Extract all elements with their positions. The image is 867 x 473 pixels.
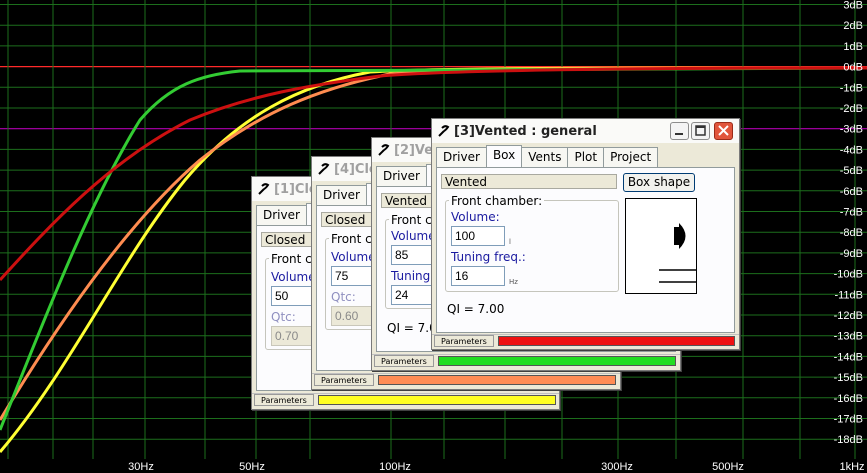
tab-vents[interactable]: Vents — [521, 147, 569, 167]
y-tick-label: 1dB — [843, 41, 863, 53]
volume-unit: l — [509, 238, 511, 246]
y-tick-label: -18dB — [834, 434, 863, 446]
tuning-freq-unit: Hz — [509, 278, 518, 286]
x-tick-label: 1kHz — [839, 461, 864, 473]
tuning-freq-label: Tuning freq.: — [451, 250, 526, 264]
window-title: [2]Ve — [394, 143, 434, 158]
x-tick-label: 30Hz — [128, 461, 154, 473]
parameters-bar: Parameters — [372, 354, 680, 368]
app-icon — [378, 144, 390, 156]
app-icon — [258, 183, 270, 195]
ql-value: QI = 7.00 — [447, 302, 505, 316]
window-title: [3]Vented : general — [454, 124, 597, 139]
y-tick-label: -12dB — [834, 310, 863, 322]
tab-plot[interactable]: Plot — [567, 147, 605, 167]
x-tick-label: 100Hz — [379, 461, 411, 473]
tab-driver[interactable]: Driver — [256, 205, 307, 225]
close-button[interactable] — [714, 122, 733, 140]
app-icon — [318, 163, 330, 175]
x-axis-labels: 30Hz 50Hz 100Hz 300Hz 500Hz 1kHz — [128, 461, 864, 473]
parameters-button[interactable]: Parameters — [434, 335, 494, 347]
maximize-button[interactable] — [691, 122, 710, 140]
y-tick-label: -14dB — [834, 351, 863, 363]
y-tick-label: 0dB — [843, 62, 863, 74]
y-tick-label: -3dB — [840, 124, 863, 136]
tuning-freq-input[interactable] — [451, 266, 505, 286]
parameters-color-bar — [378, 375, 616, 385]
y-tick-label: -11dB — [834, 289, 863, 301]
window-vented-3[interactable]: [3]Vented : general Driver Box Vents Plot Pr… — [431, 118, 740, 350]
maximize-icon — [695, 125, 706, 136]
enclosure-type: Vented — [441, 174, 617, 189]
tab-bar: Driver Box Vents Plot Project — [436, 145, 659, 167]
parameters-button[interactable]: Parameters — [254, 394, 314, 406]
qtc-label: Qtc: — [331, 290, 356, 304]
volume-input[interactable] — [451, 226, 505, 246]
y-tick-label: -8dB — [840, 227, 863, 239]
y-tick-label: -2dB — [840, 103, 863, 115]
x-tick-label: 300Hz — [601, 461, 633, 473]
y-tick-label: -4dB — [840, 144, 863, 156]
y-tick-label: -1dB — [840, 82, 863, 94]
y-tick-label: -6dB — [840, 186, 863, 198]
qtc-label: Qtc: — [271, 310, 296, 324]
y-tick-label: -16dB — [834, 393, 863, 405]
tab-box[interactable]: Box — [485, 145, 523, 167]
tab-driver[interactable]: Driver — [376, 166, 427, 186]
parameters-bar: Parameters — [432, 334, 739, 348]
parameters-color-bar — [498, 336, 735, 346]
x-tick-label: 500Hz — [712, 461, 744, 473]
y-tick-label: -13dB — [834, 331, 863, 343]
parameters-bar: Parameters — [312, 373, 620, 387]
title-bar[interactable]: [3]Vented : general — [432, 119, 739, 143]
speaker-box-icon — [659, 223, 696, 283]
y-tick-label: -15dB — [834, 372, 863, 384]
parameters-button[interactable]: Parameters — [374, 355, 434, 367]
tab-panel: Vented Box shape Front chamber: Volume: … — [436, 167, 735, 333]
minimize-icon — [675, 133, 683, 135]
parameters-color-bar — [438, 356, 676, 366]
y-tick-label: 2dB — [843, 20, 863, 32]
tab-driver[interactable]: Driver — [316, 185, 367, 205]
y-tick-label: -9dB — [840, 248, 863, 260]
y-tick-label: -10dB — [834, 269, 863, 281]
y-tick-label: 3dB — [843, 0, 863, 12]
app-icon — [438, 125, 450, 137]
front-chamber-label: Front chamber: — [449, 194, 545, 208]
tab-driver[interactable]: Driver — [436, 147, 487, 167]
parameters-button[interactable]: Parameters — [314, 374, 374, 386]
y-tick-label: -5dB — [840, 165, 863, 177]
box-shape-button[interactable]: Box shape — [623, 173, 695, 192]
y-tick-label: -17dB — [834, 414, 863, 426]
volume-label: Volume: — [451, 210, 500, 224]
minimize-button[interactable] — [670, 122, 689, 140]
tab-project[interactable]: Project — [603, 147, 659, 167]
parameters-bar: Parameters — [252, 393, 559, 407]
x-tick-label: 50Hz — [239, 461, 265, 473]
parameters-color-bar — [318, 395, 556, 405]
box-preview — [625, 198, 697, 294]
y-tick-label: -7dB — [840, 207, 863, 219]
close-icon — [718, 125, 729, 136]
